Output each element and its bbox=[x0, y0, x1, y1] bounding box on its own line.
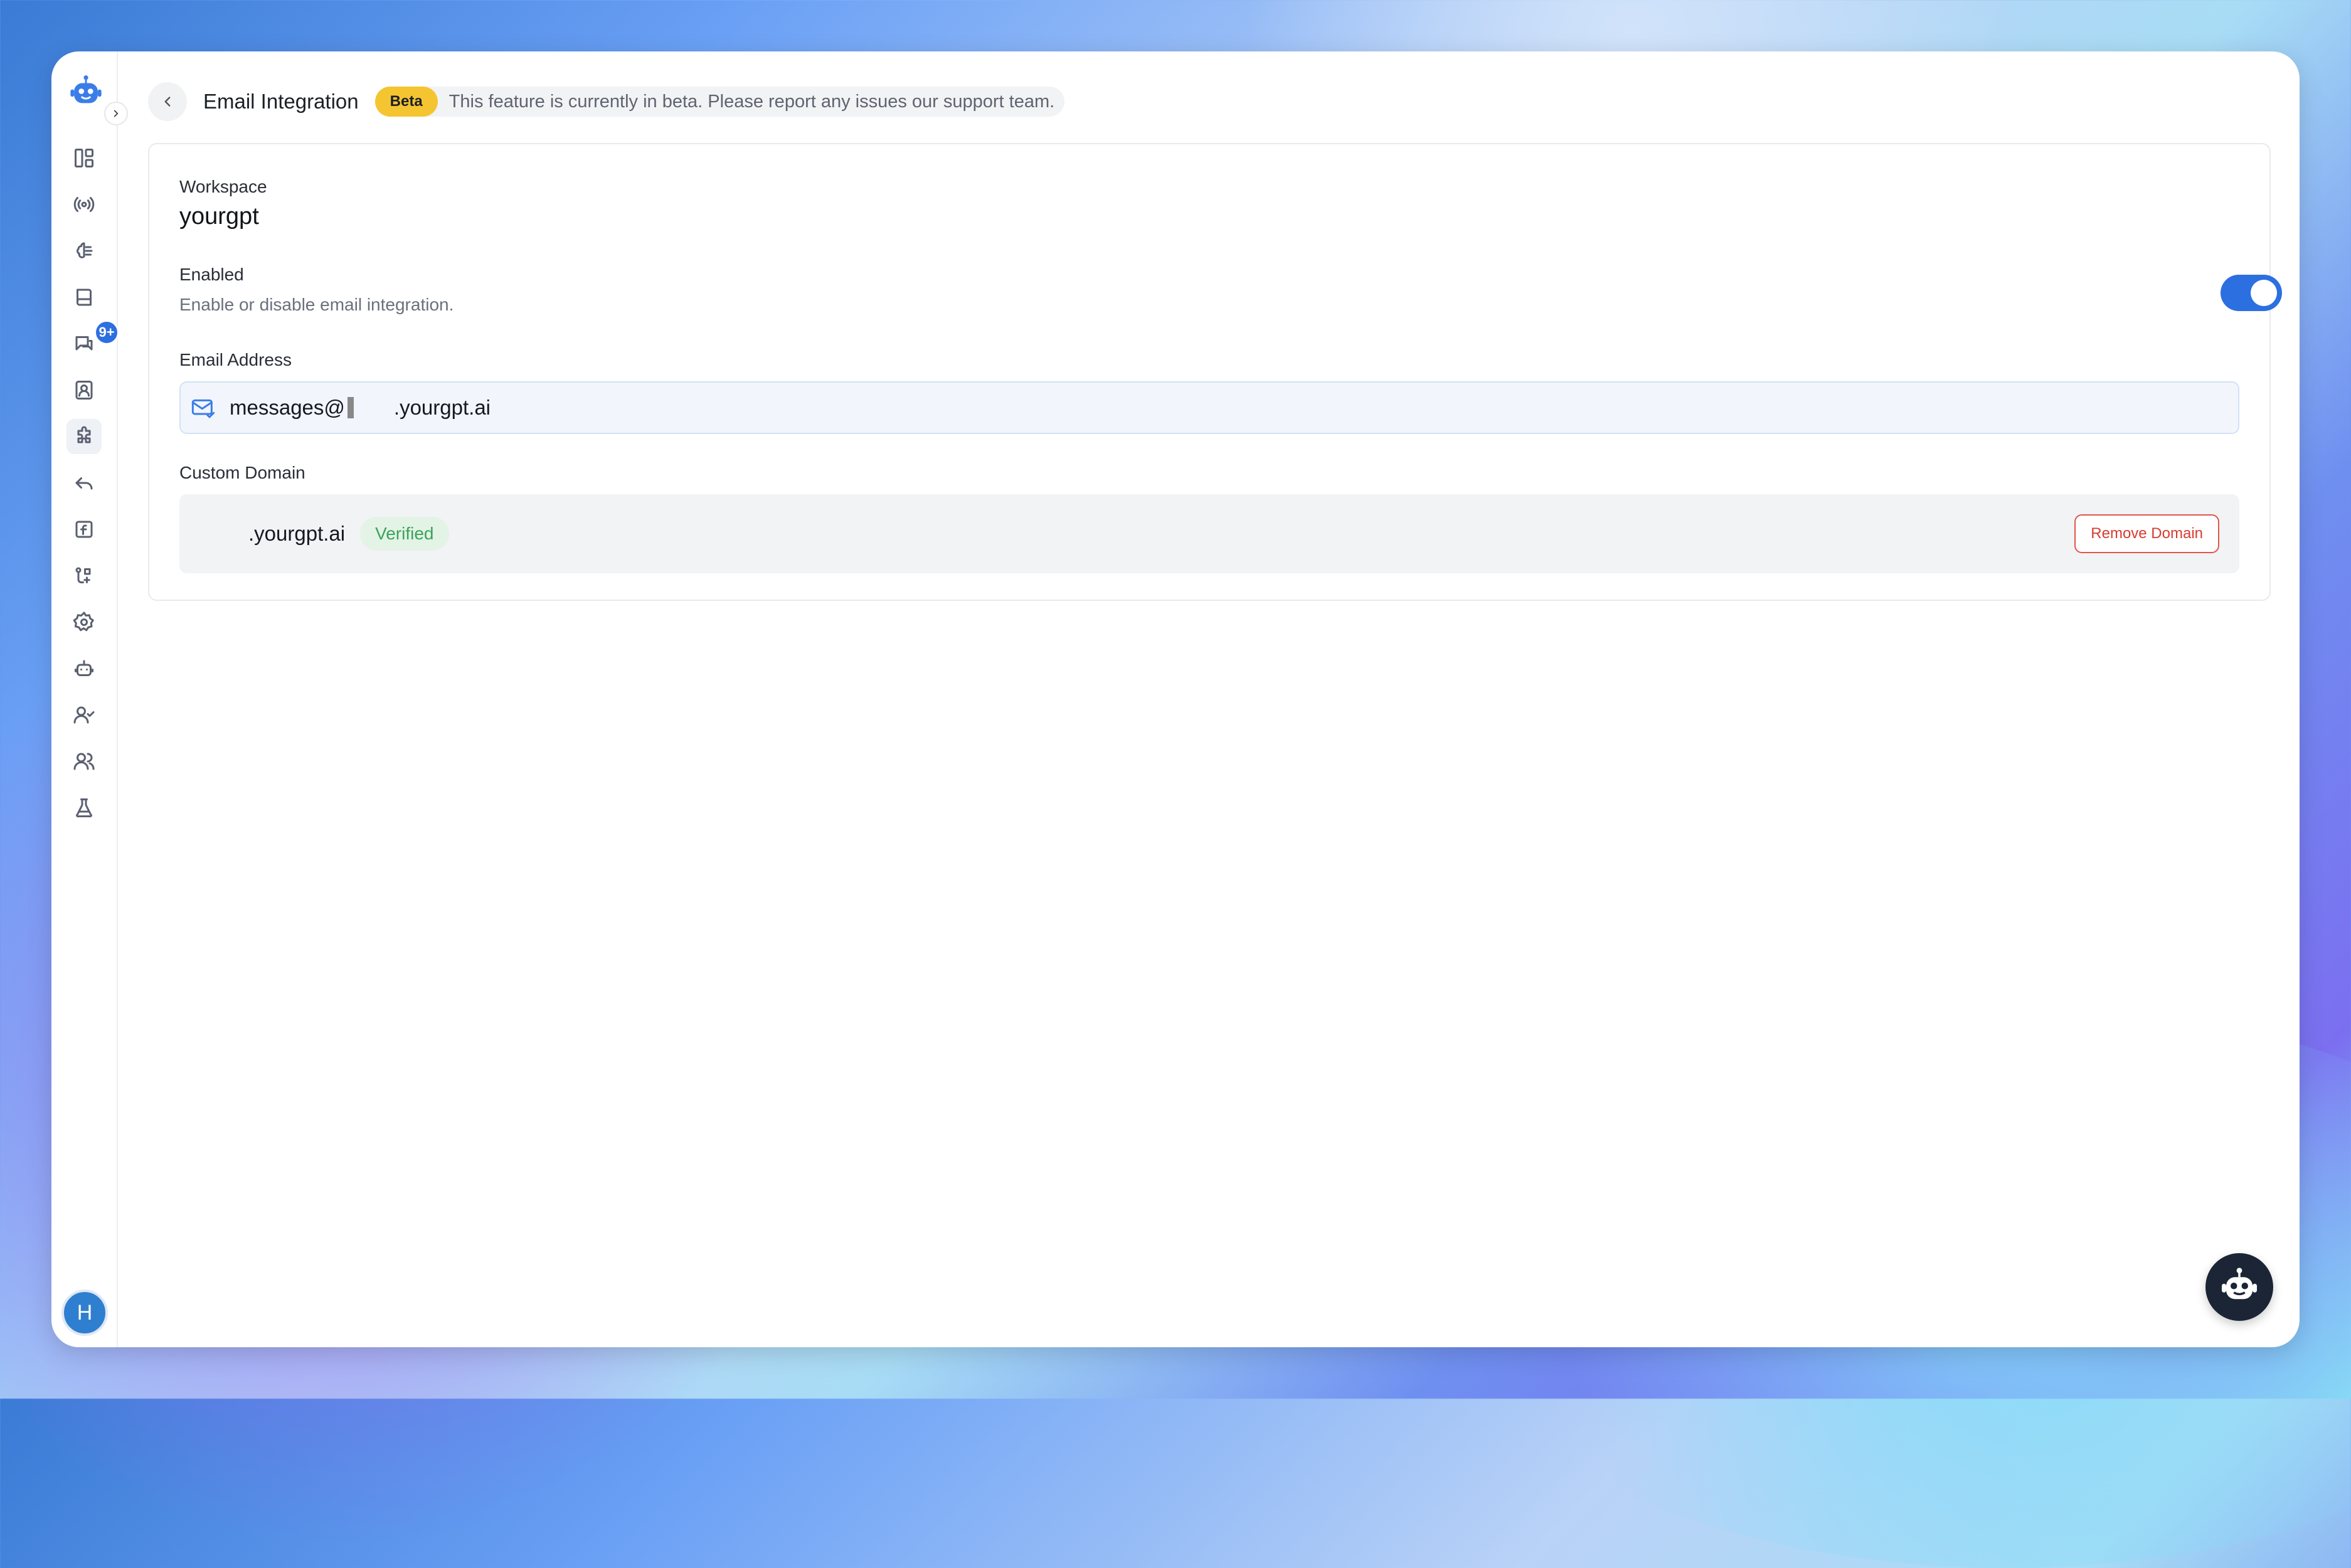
robot-logo-icon[interactable] bbox=[68, 74, 104, 110]
chat-icon bbox=[75, 336, 93, 351]
app-window: 9+ H Email Integration Beta This feature… bbox=[51, 51, 2300, 1347]
chevron-right-icon bbox=[114, 110, 119, 117]
nav-settings[interactable] bbox=[66, 605, 102, 640]
page-header: Email Integration Beta This feature is c… bbox=[148, 82, 1065, 122]
remove-domain-button[interactable]: Remove Domain bbox=[2074, 514, 2219, 553]
user-avatar[interactable]: H bbox=[61, 1290, 108, 1336]
page-title: Email Integration bbox=[203, 90, 359, 113]
enabled-description: Enable or disable email integration. bbox=[179, 295, 454, 314]
workspace-value: yourgpt bbox=[179, 203, 259, 230]
users-icon bbox=[73, 753, 95, 770]
puzzle-icon bbox=[77, 426, 91, 443]
settings-icon bbox=[73, 612, 94, 632]
nav-dashboard[interactable] bbox=[66, 140, 102, 176]
nav-brain[interactable] bbox=[66, 233, 102, 268]
bot-icon bbox=[75, 660, 93, 676]
broadcast-icon bbox=[73, 197, 95, 212]
enabled-label: Enabled bbox=[179, 265, 244, 284]
custom-domain-row: .yourgpt.ai Verified Remove Domain bbox=[179, 494, 2239, 573]
mail-icon bbox=[191, 399, 215, 418]
nav-integrations[interactable] bbox=[66, 419, 102, 454]
nav-reply[interactable] bbox=[66, 465, 102, 501]
nav-chat[interactable]: 9+ bbox=[66, 320, 119, 361]
book-icon bbox=[77, 289, 92, 306]
nav-functions[interactable] bbox=[66, 512, 102, 547]
nav-user-check[interactable] bbox=[66, 697, 102, 733]
beta-message: This feature is currently in beta. Pleas… bbox=[448, 91, 1055, 112]
workflow-icon bbox=[75, 567, 91, 583]
chat-assistant-button[interactable] bbox=[2205, 1253, 2273, 1321]
chevron-left-icon bbox=[164, 97, 171, 107]
nav-workflow[interactable] bbox=[66, 558, 102, 593]
email-address-field[interactable]: messages@ .yourgpt.ai bbox=[179, 381, 2239, 434]
custom-domain-label: Custom Domain bbox=[179, 463, 305, 482]
notification-badge: 9+ bbox=[94, 320, 119, 345]
contact-icon bbox=[75, 381, 93, 400]
nav-users[interactable] bbox=[66, 744, 102, 779]
enabled-toggle[interactable] bbox=[2221, 275, 2282, 311]
beta-badge: Beta bbox=[374, 87, 438, 117]
nav-broadcast[interactable] bbox=[66, 187, 102, 222]
email-address-label: Email Address bbox=[179, 350, 292, 369]
email-suffix: .yourgpt.ai bbox=[393, 396, 491, 419]
expand-sidebar-button[interactable] bbox=[104, 102, 128, 125]
user-check-icon bbox=[73, 706, 95, 724]
reply-icon bbox=[75, 477, 93, 490]
brain-icon bbox=[77, 242, 93, 258]
verified-badge: Verified bbox=[360, 517, 449, 551]
email-prefix: messages@ bbox=[230, 396, 345, 419]
nav-bot[interactable] bbox=[66, 651, 102, 686]
flask-icon bbox=[76, 798, 92, 818]
sidebar: 9+ H bbox=[51, 51, 128, 1347]
dashboard-icon bbox=[75, 149, 93, 167]
robot-chat-icon bbox=[2222, 1268, 2257, 1300]
beta-notice: Beta This feature is currently in beta. … bbox=[374, 87, 1065, 117]
redacted-block bbox=[347, 397, 354, 418]
nav-lab[interactable] bbox=[66, 790, 102, 825]
function-icon bbox=[75, 521, 93, 538]
email-settings-card: Workspace yourgpt Enabled Enable or disa… bbox=[148, 143, 2282, 601]
nav-contacts[interactable] bbox=[66, 373, 102, 408]
back-button[interactable] bbox=[148, 82, 187, 121]
nav-book[interactable] bbox=[66, 280, 102, 315]
custom-domain-value: .yourgpt.ai bbox=[248, 522, 346, 545]
workspace-label: Workspace bbox=[179, 177, 267, 196]
toggle-knob bbox=[2251, 280, 2277, 306]
